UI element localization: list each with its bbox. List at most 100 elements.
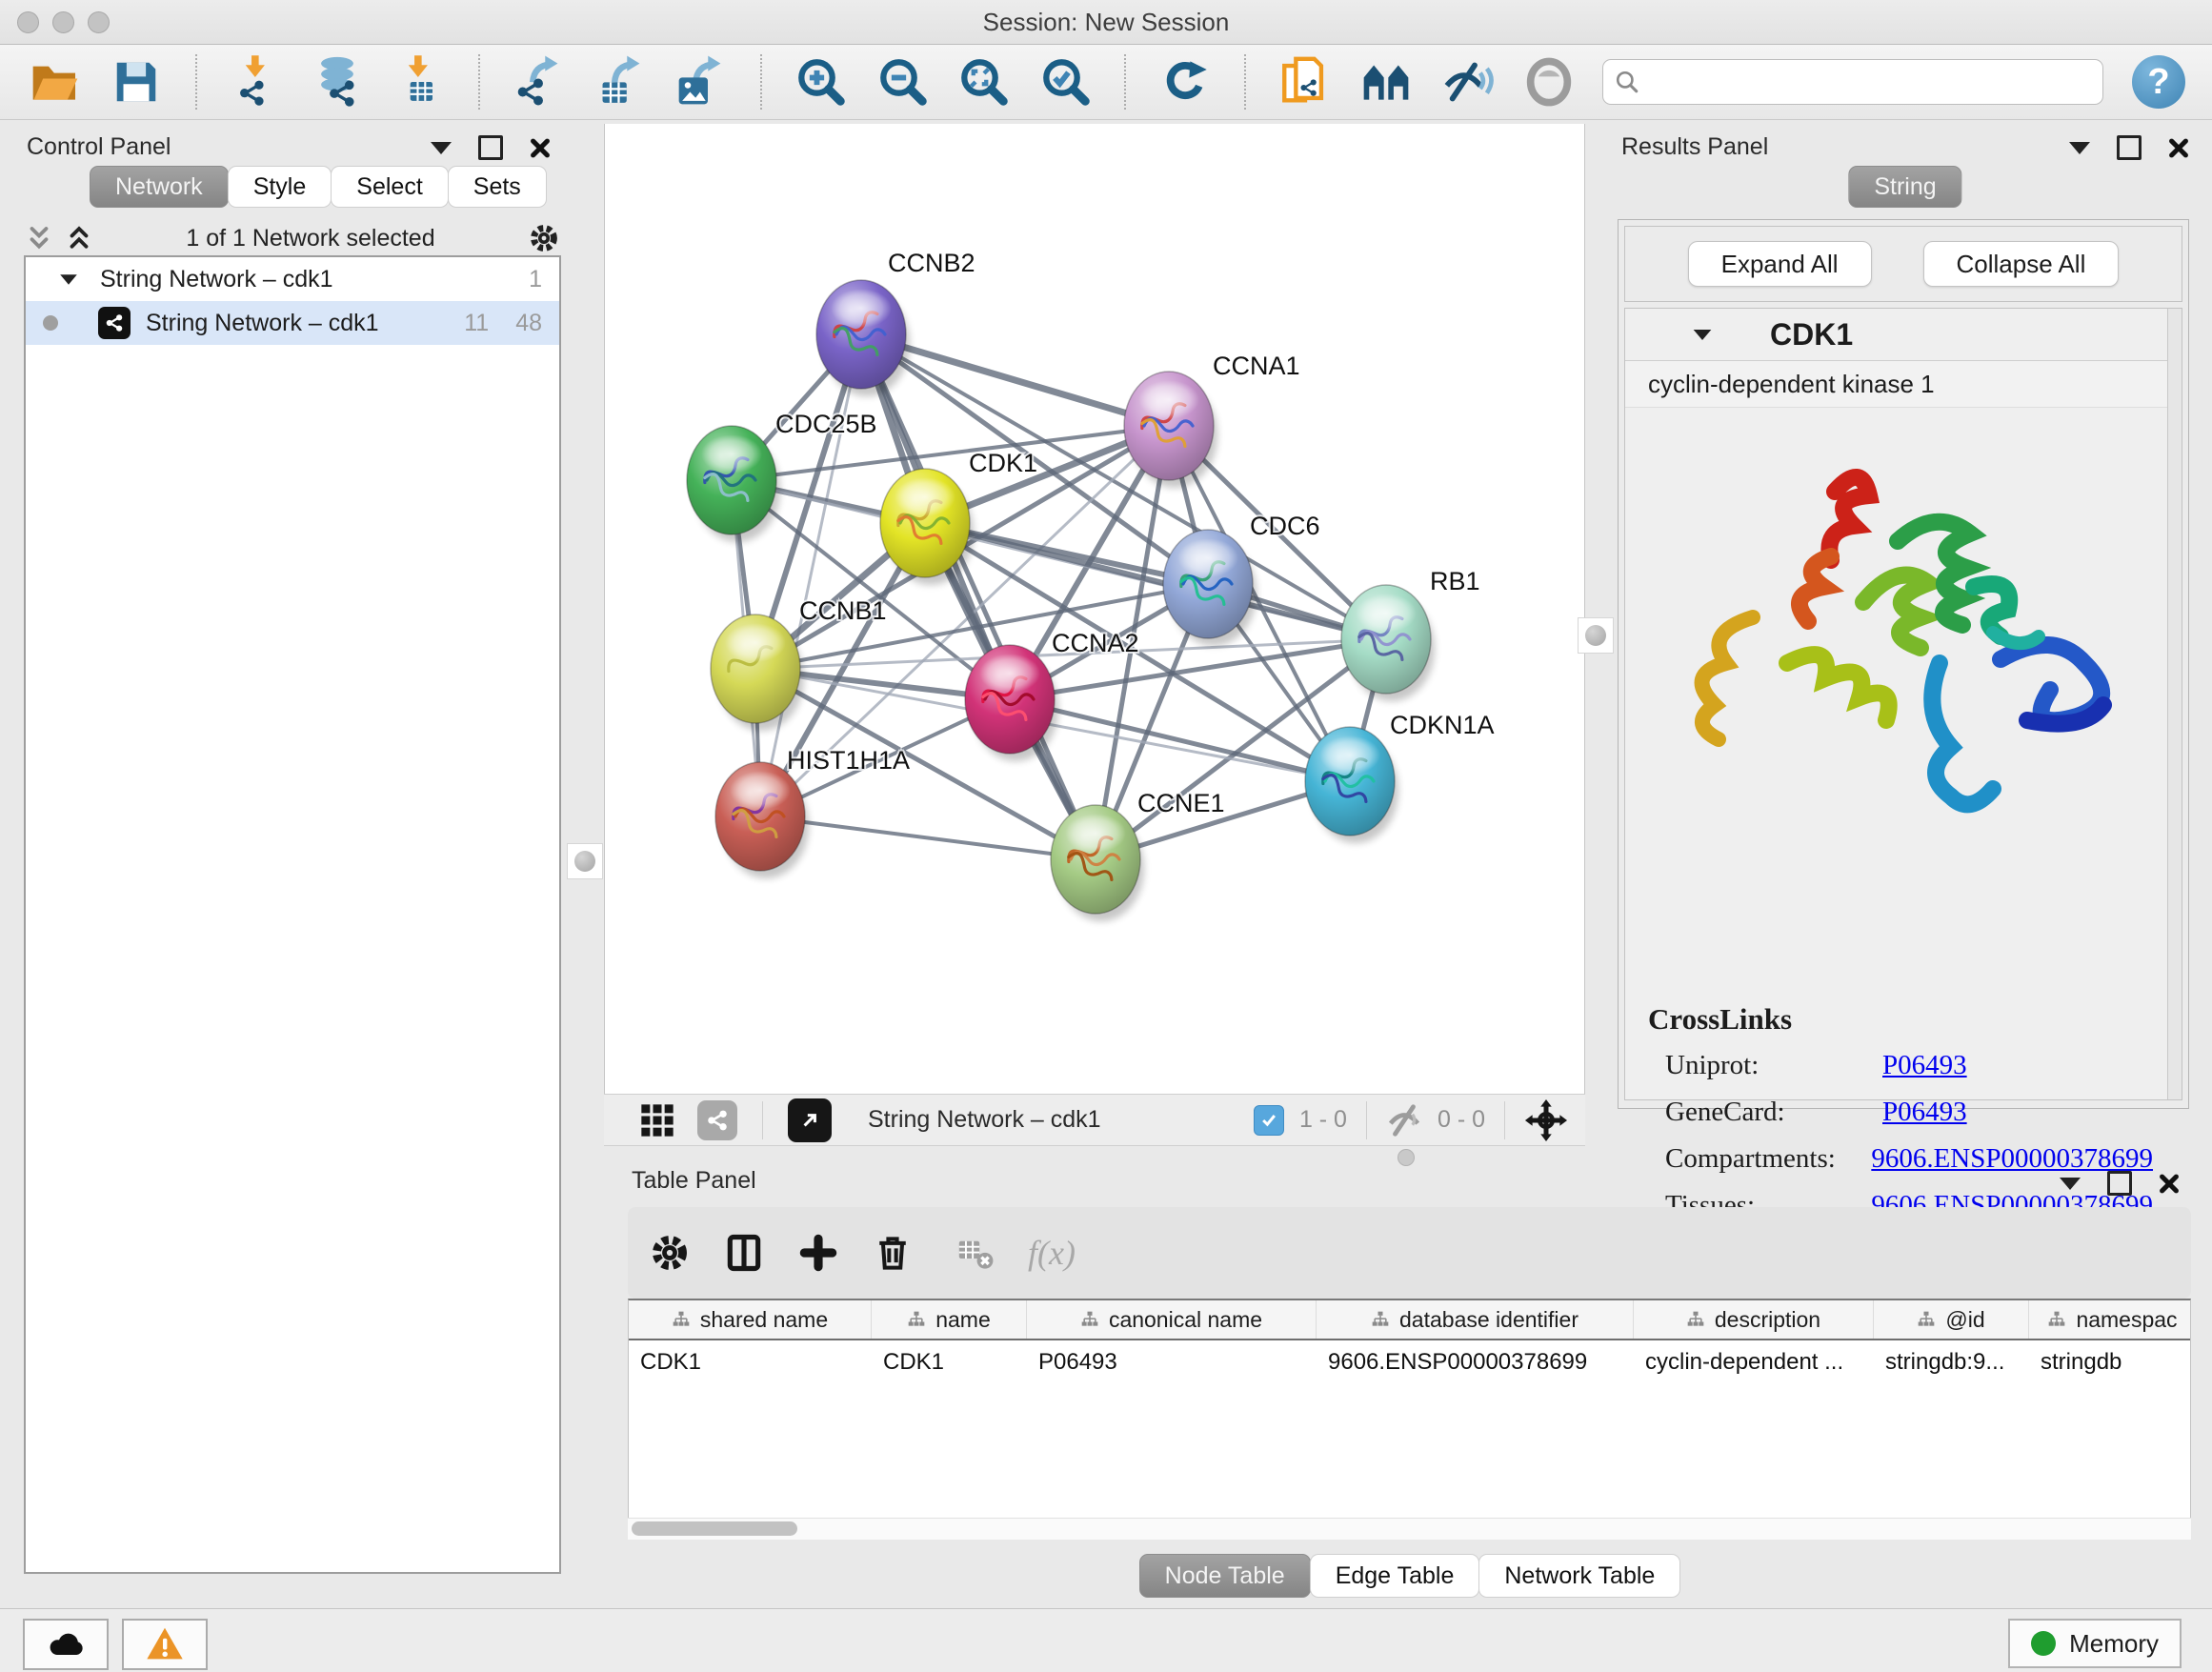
- collapse-all-networks-icon[interactable]: [65, 224, 93, 252]
- export-image-button[interactable]: [674, 53, 731, 111]
- cloud-status-button[interactable]: [23, 1619, 109, 1670]
- float-panel-icon[interactable]: [2117, 135, 2142, 160]
- import-network-from-file-button[interactable]: [228, 53, 285, 111]
- node-CDC6[interactable]: [1163, 530, 1257, 646]
- column-header[interactable]: @id: [1874, 1300, 2029, 1339]
- network-options-gear-icon[interactable]: [528, 222, 560, 254]
- import-table-from-file-button[interactable]: [391, 53, 448, 111]
- column-header[interactable]: canonical name: [1027, 1300, 1317, 1339]
- scrollbar-thumb[interactable]: [632, 1521, 797, 1536]
- zoom-in-button[interactable]: [793, 53, 850, 111]
- results-scrollbar[interactable]: [2167, 309, 2182, 1099]
- tab-network-table[interactable]: Network Table: [1478, 1554, 1680, 1598]
- memory-button[interactable]: Memory: [2008, 1619, 2182, 1668]
- collapse-panel-icon[interactable]: [2069, 142, 2090, 154]
- function-builder-icon[interactable]: f(x): [1028, 1233, 1076, 1273]
- column-header[interactable]: description: [1634, 1300, 1874, 1339]
- gene-expander-icon[interactable]: [1694, 329, 1712, 339]
- selected-nodes-checkbox[interactable]: [1254, 1105, 1284, 1136]
- search-input[interactable]: [1647, 68, 2091, 96]
- cell-shared-name[interactable]: CDK1: [629, 1349, 872, 1376]
- node-CCNA1[interactable]: [1124, 372, 1217, 488]
- show-columns-icon[interactable]: [723, 1232, 765, 1274]
- hide-graphics-details-button[interactable]: [1439, 53, 1497, 111]
- open-session-button[interactable]: [27, 53, 84, 111]
- zoom-selected-button[interactable]: [1037, 53, 1095, 111]
- edge[interactable]: [760, 816, 1096, 859]
- table-horizontal-scrollbar[interactable]: [628, 1518, 2191, 1540]
- birdseye-view-icon[interactable]: [638, 1101, 676, 1139]
- pan-crosshair-icon[interactable]: [1524, 1098, 1568, 1142]
- annotation-mode-icon[interactable]: [697, 1100, 737, 1140]
- expand-all-button[interactable]: Expand All: [1688, 241, 1872, 287]
- node-CCNA2[interactable]: [965, 645, 1058, 761]
- goto-network-icon[interactable]: [788, 1098, 832, 1142]
- refresh-button[interactable]: [1156, 53, 1214, 111]
- tab-string[interactable]: String: [1848, 166, 1961, 208]
- table-row[interactable]: CDK1 CDK1 P06493 9606.ENSP00000378699 cy…: [629, 1340, 2190, 1384]
- tab-style[interactable]: Style: [228, 166, 332, 208]
- column-header[interactable]: database identifier: [1317, 1300, 1634, 1339]
- tab-sets[interactable]: Sets: [448, 166, 547, 208]
- network-canvas[interactable]: CCNB2CCNA1CDC25BCDK1CDC6RB1CCNB1CCNA2CDK…: [604, 124, 1585, 1094]
- show-graphics-details-button[interactable]: [1521, 53, 1579, 111]
- warnings-button[interactable]: [122, 1619, 208, 1670]
- column-header[interactable]: namespac: [2029, 1300, 2191, 1339]
- float-panel-icon[interactable]: [2107, 1171, 2132, 1196]
- node-HIST1H1A[interactable]: [715, 762, 809, 878]
- save-session-button[interactable]: [109, 53, 166, 111]
- zoom-fit-button[interactable]: [955, 53, 1013, 111]
- first-neighbors-button[interactable]: [1357, 53, 1415, 111]
- cell-id[interactable]: stringdb:9...: [1874, 1349, 2029, 1376]
- tab-select[interactable]: Select: [331, 166, 448, 208]
- delete-table-icon[interactable]: [954, 1232, 995, 1274]
- cell-database-identifier[interactable]: 9606.ENSP00000378699: [1317, 1349, 1634, 1376]
- column-header[interactable]: shared name: [629, 1300, 872, 1339]
- cell-canonical-name[interactable]: P06493: [1027, 1349, 1317, 1376]
- import-network-from-database-button[interactable]: [310, 53, 367, 111]
- node-CDKN1A[interactable]: [1305, 727, 1398, 843]
- crosslink-genecard[interactable]: P06493: [1882, 1097, 1967, 1128]
- cell-description[interactable]: cyclin-dependent ...: [1634, 1349, 1874, 1376]
- network-row[interactable]: String Network – cdk1 11 48: [26, 301, 559, 345]
- cell-namespace[interactable]: stringdb: [2029, 1349, 2191, 1376]
- right-splitter-handle[interactable]: [1578, 617, 1614, 654]
- edge[interactable]: [861, 334, 1096, 859]
- node-CCNB2[interactable]: [816, 280, 910, 396]
- collapse-panel-icon[interactable]: [2060, 1178, 2081, 1190]
- collapse-all-button[interactable]: Collapse All: [1923, 241, 2120, 287]
- network-collection-row[interactable]: String Network – cdk1 1: [26, 257, 559, 301]
- zoom-out-button[interactable]: [875, 53, 932, 111]
- export-table-button[interactable]: [592, 53, 649, 111]
- export-network-button[interactable]: [511, 53, 568, 111]
- crosslink-uniprot[interactable]: P06493: [1882, 1050, 1967, 1081]
- clone-network-button[interactable]: [1277, 53, 1334, 111]
- tab-edge-table[interactable]: Edge Table: [1310, 1554, 1480, 1598]
- search-box[interactable]: [1602, 59, 2103, 105]
- collection-expander-icon[interactable]: [60, 274, 77, 284]
- edge[interactable]: [925, 523, 1386, 639]
- gene-section-header[interactable]: CDK1: [1625, 309, 2182, 361]
- node-CCNB1[interactable]: [711, 614, 804, 731]
- column-type-icon: [672, 1310, 691, 1329]
- edge[interactable]: [760, 334, 861, 816]
- float-panel-icon[interactable]: [478, 135, 503, 160]
- node-CDK1[interactable]: [880, 469, 974, 585]
- node-CCNE1[interactable]: [1051, 805, 1144, 921]
- close-panel-icon[interactable]: [530, 137, 551, 158]
- column-header[interactable]: name: [872, 1300, 1027, 1339]
- close-panel-icon[interactable]: [2159, 1173, 2180, 1194]
- close-panel-icon[interactable]: [2168, 137, 2189, 158]
- tab-network[interactable]: Network: [90, 166, 229, 208]
- expand-all-networks-icon[interactable]: [25, 224, 53, 252]
- delete-column-trash-icon[interactable]: [872, 1232, 914, 1274]
- cell-name[interactable]: CDK1: [872, 1349, 1027, 1376]
- add-column-icon[interactable]: [797, 1232, 839, 1274]
- tab-node-table[interactable]: Node Table: [1139, 1554, 1311, 1598]
- help-button[interactable]: ?: [2132, 55, 2185, 109]
- node-RB1[interactable]: [1341, 585, 1435, 701]
- bottom-splitter-handle[interactable]: [1398, 1149, 1415, 1166]
- left-splitter-handle[interactable]: [567, 843, 603, 879]
- table-settings-gear-icon[interactable]: [649, 1232, 691, 1274]
- collapse-panel-icon[interactable]: [431, 142, 452, 154]
